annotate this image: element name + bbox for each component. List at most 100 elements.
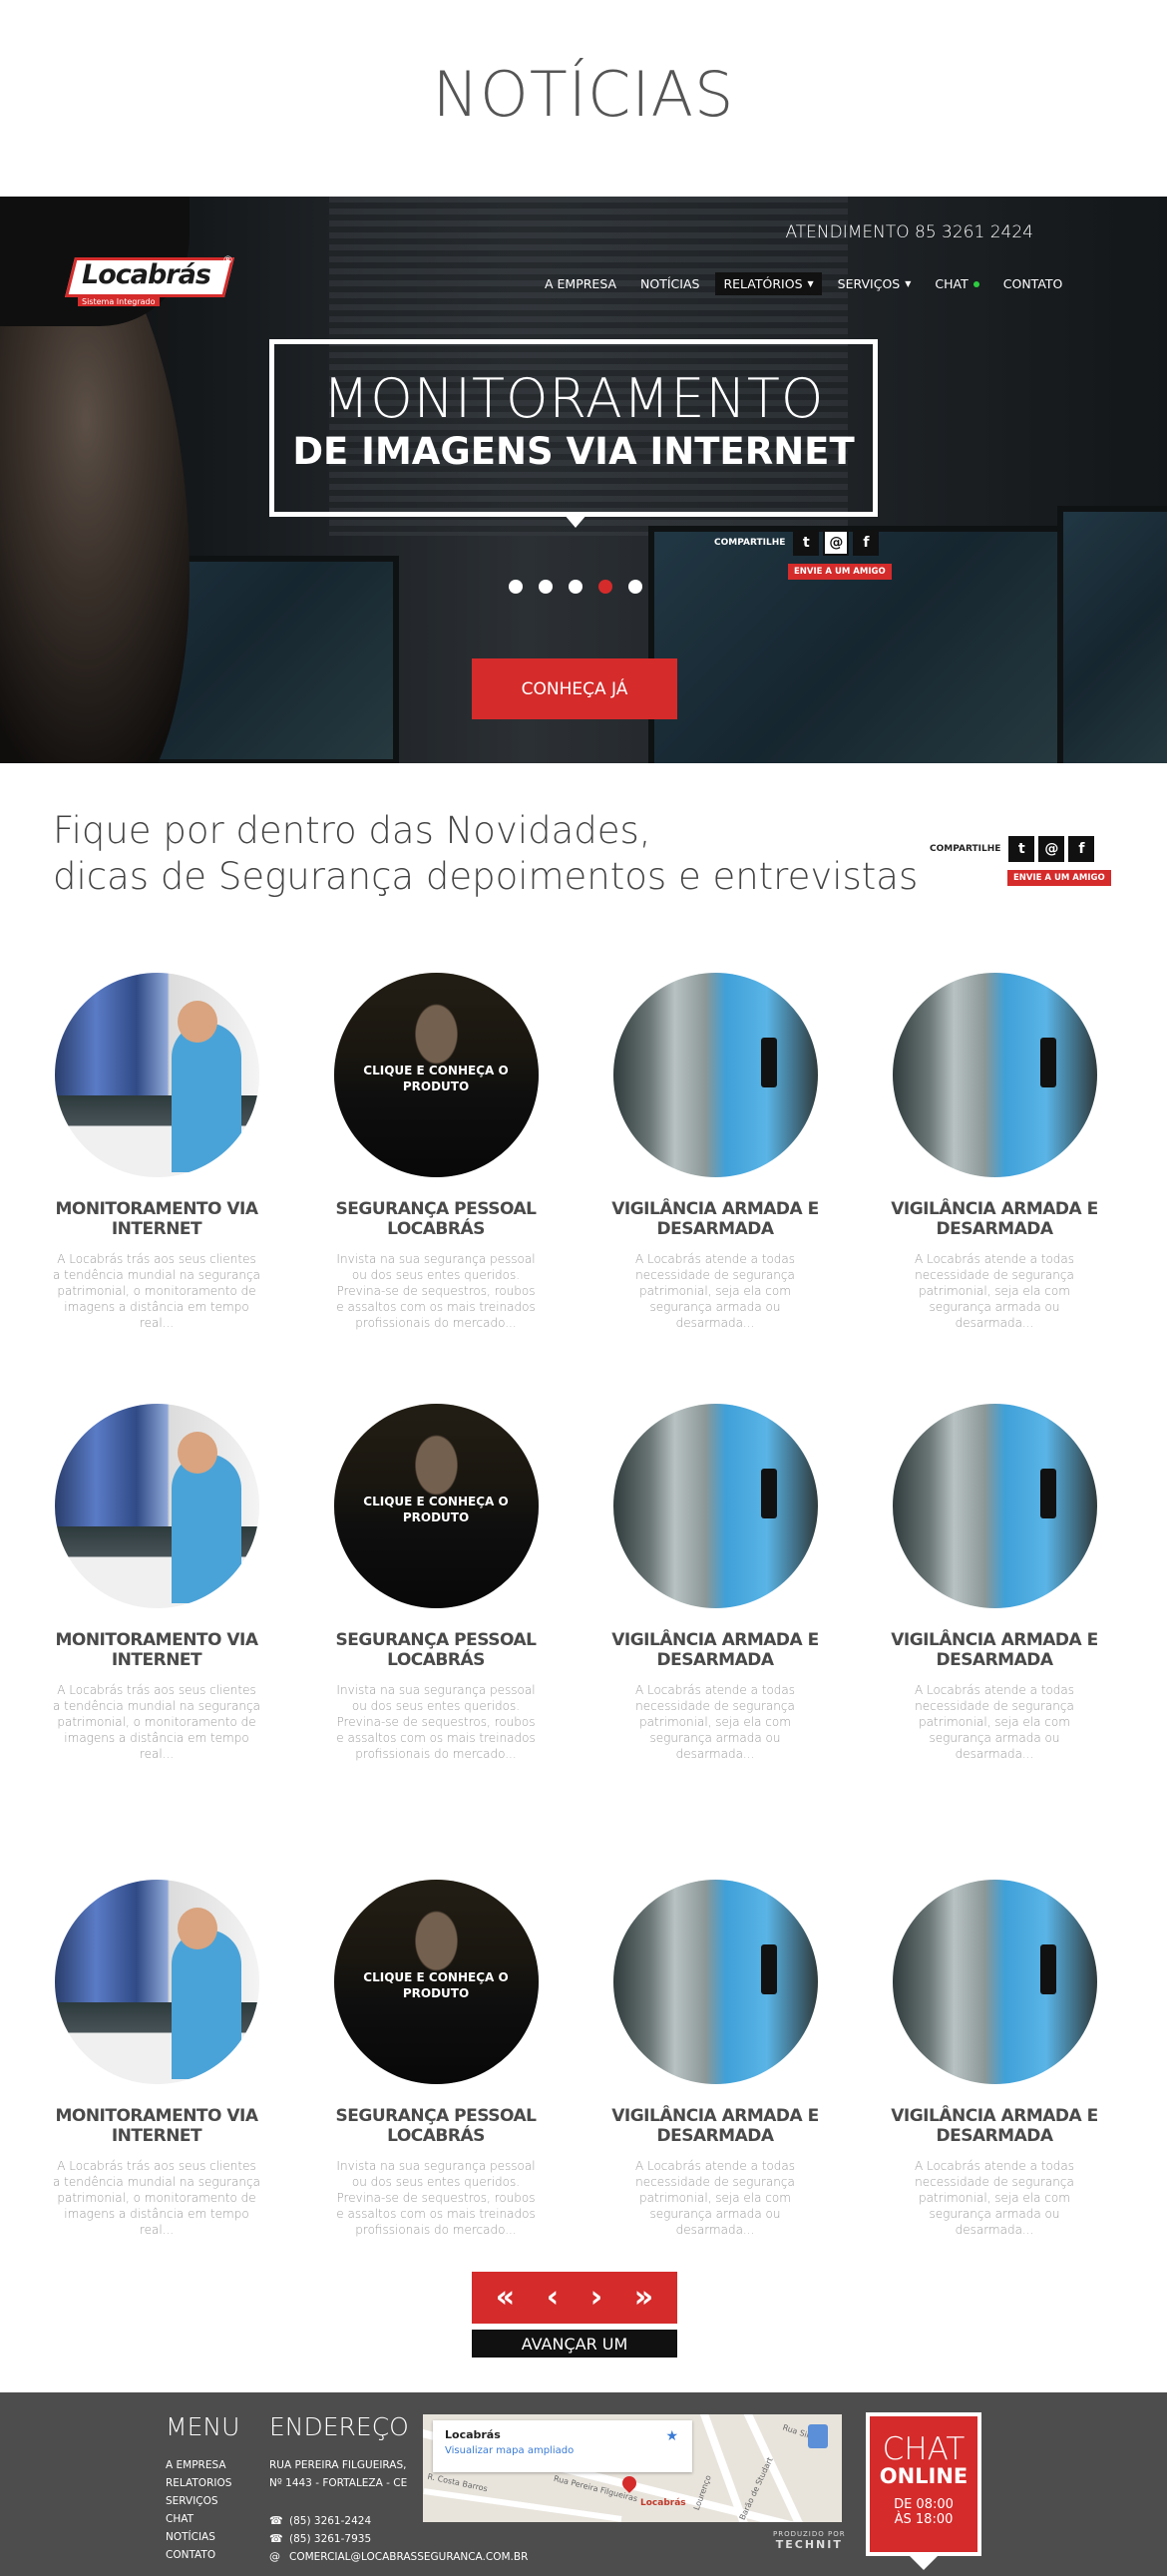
news-card-image[interactable] bbox=[892, 973, 1097, 1177]
news-card[interactable]: CLIQUE E CONHEÇA O PRODUTO SEGURANÇA PESS… bbox=[321, 1880, 551, 2238]
news-card-image[interactable]: CLIQUE E CONHEÇA O PRODUTO bbox=[333, 1404, 539, 1608]
card-overlay-label: CLIQUE E CONHEÇA O PRODUTO bbox=[363, 1495, 509, 1524]
news-intro: Fique por dentro das Novidades, dicas de… bbox=[53, 809, 919, 898]
news-card-title[interactable]: VIGILÂNCIA ARMADA E DESARMADA bbox=[880, 1199, 1109, 1239]
news-card-title[interactable]: MONITORAMENTO VIA INTERNET bbox=[42, 1630, 271, 1670]
news-card-title[interactable]: VIGILÂNCIA ARMADA E DESARMADA bbox=[600, 1199, 830, 1239]
footer-menu-item[interactable]: NOTÍCIAS bbox=[166, 2528, 231, 2546]
twitter-icon[interactable]: t bbox=[1008, 836, 1035, 862]
view-larger-map-link[interactable]: Visualizar mapa ampliado bbox=[445, 2445, 680, 2456]
footer-menu-item[interactable]: CONTATO bbox=[166, 2546, 231, 2564]
footer-email[interactable]: @ COMERCIAL@LOCABRASSEGURANCA.COM.BR bbox=[269, 2550, 528, 2563]
news-card-title[interactable]: VIGILÂNCIA ARMADA E DESARMADA bbox=[600, 1630, 830, 1670]
news-card-image[interactable] bbox=[612, 973, 818, 1177]
news-card-image[interactable] bbox=[54, 1404, 259, 1608]
news-card[interactable]: VIGILÂNCIA ARMADA E DESARMADA A Locabrás … bbox=[600, 973, 830, 1331]
footer-phone: ☎ (85) 3261-7935 bbox=[269, 2532, 372, 2545]
email-icon[interactable]: @ bbox=[823, 530, 850, 556]
developer-credit[interactable]: PRODUZIDO POR TECHNIT bbox=[773, 2530, 846, 2551]
nav-item-empresa[interactable]: A EMPRESA bbox=[537, 272, 624, 295]
nav-item-noticias[interactable]: NOTÍCIAS bbox=[632, 272, 707, 295]
map-info-box: Locabrás Visualizar mapa ampliado ★ bbox=[433, 2420, 692, 2472]
news-card[interactable]: VIGILÂNCIA ARMADA E DESARMADA A Locabrás … bbox=[880, 1880, 1109, 2238]
first-page-icon[interactable]: « bbox=[496, 2283, 515, 2313]
footer-menu-item[interactable]: RELATORIOS bbox=[166, 2474, 231, 2492]
news-card-description: Invista na sua segurança pessoal ou dos … bbox=[336, 2159, 536, 2237]
footer-address: RUA PEREIRA FILGUEIRAS, Nº 1443 - FORTAL… bbox=[269, 2459, 408, 2489]
card-overlay-label: CLIQUE E CONHEÇA O PRODUTO bbox=[363, 1064, 509, 1093]
news-card-image[interactable] bbox=[892, 1404, 1097, 1608]
map-pin-label: Locabrás bbox=[640, 2498, 686, 2508]
news-card-image[interactable] bbox=[612, 1404, 818, 1608]
chevron-down-icon: ▼ bbox=[807, 279, 814, 288]
news-card-title[interactable]: SEGURANÇA PESSOAL LOCABRÁS bbox=[321, 2106, 551, 2146]
news-card-title[interactable]: VIGILÂNCIA ARMADA E DESARMADA bbox=[880, 1630, 1109, 1670]
main-nav: A EMPRESA NOTÍCIAS RELATÓRIOS ▼ SERVIÇOS ▼… bbox=[537, 272, 1078, 295]
news-card[interactable]: MONITORAMENTO VIA INTERNET A Locabrás trá… bbox=[42, 1404, 271, 1762]
last-page-icon[interactable]: » bbox=[634, 2283, 653, 2313]
footer: MENU A EMPRESA RELATORIOS SERVIÇOS CHAT … bbox=[0, 2392, 1167, 2576]
news-card-image[interactable] bbox=[54, 1880, 259, 2084]
news-card-title[interactable]: VIGILÂNCIA ARMADA E DESARMADA bbox=[880, 2106, 1109, 2146]
at-icon: @ bbox=[269, 2550, 280, 2563]
page-title: NOTÍCIAS bbox=[432, 58, 735, 131]
news-card-title[interactable]: MONITORAMENTO VIA INTERNET bbox=[42, 2106, 271, 2146]
news-card[interactable]: VIGILÂNCIA ARMADA E DESARMADA A Locabrás … bbox=[880, 1404, 1109, 1762]
news-card-title[interactable]: SEGURANÇA PESSOAL LOCABRÁS bbox=[321, 1199, 551, 1239]
slider-dot[interactable] bbox=[509, 580, 523, 594]
slider-dot[interactable] bbox=[539, 580, 553, 594]
chat-online-badge[interactable]: CHAT ONLINE DE 08:00 ÀS 18:00 bbox=[866, 2412, 981, 2570]
chevron-down-icon: ▼ bbox=[905, 279, 912, 288]
slider-dots bbox=[509, 580, 642, 594]
news-card-description: A Locabrás trás aos seus clientes a tend… bbox=[53, 1683, 260, 1761]
news-card-title[interactable]: MONITORAMENTO VIA INTERNET bbox=[42, 1199, 271, 1239]
nav-item-servicos[interactable]: SERVIÇOS ▼ bbox=[830, 272, 920, 295]
news-card-description: A Locabrás trás aos seus clientes a tend… bbox=[53, 2159, 260, 2237]
send-to-friend-button[interactable]: ENVIE A UM AMIGO bbox=[1007, 870, 1111, 886]
footer-menu-item[interactable]: SERVIÇOS bbox=[166, 2492, 231, 2510]
slider-dot-active[interactable] bbox=[598, 580, 612, 594]
footer-menu-item[interactable]: CHAT bbox=[166, 2510, 231, 2528]
footer-menu: A EMPRESA RELATORIOS SERVIÇOS CHAT NOTÍC… bbox=[166, 2456, 231, 2564]
news-card-description: A Locabrás atende a todas necessidade de… bbox=[634, 2159, 796, 2237]
news-card-image[interactable] bbox=[892, 1880, 1097, 2084]
hero-share-bar: COMPARTILHE t @ f bbox=[714, 530, 880, 556]
slider-dot[interactable] bbox=[628, 580, 642, 594]
news-card[interactable]: VIGILÂNCIA ARMADA E DESARMADA A Locabrás … bbox=[600, 1880, 830, 2238]
nav-item-chat[interactable]: CHAT bbox=[927, 272, 986, 295]
nav-item-relatorios[interactable]: RELATÓRIOS ▼ bbox=[715, 272, 822, 295]
send-to-friend-button[interactable]: ENVIE A UM AMIGO bbox=[788, 564, 892, 580]
news-card[interactable]: CLIQUE E CONHEÇA O PRODUTO SEGURANÇA PESS… bbox=[321, 973, 551, 1331]
facebook-icon[interactable]: f bbox=[1068, 836, 1095, 862]
twitter-icon[interactable]: t bbox=[793, 530, 820, 556]
footer-menu-item[interactable]: A EMPRESA bbox=[166, 2456, 231, 2474]
locabras-logo[interactable]: Locabrás ® Sistema Integrado bbox=[64, 253, 235, 309]
phone-icon: ☎ bbox=[269, 2514, 283, 2527]
street-view-icon[interactable] bbox=[808, 2424, 828, 2448]
news-card[interactable]: MONITORAMENTO VIA INTERNET A Locabrás trá… bbox=[42, 1880, 271, 2238]
prev-page-icon[interactable]: ‹ bbox=[547, 2283, 559, 2313]
news-card-image[interactable]: CLIQUE E CONHEÇA O PRODUTO bbox=[333, 973, 539, 1177]
facebook-icon[interactable]: f bbox=[853, 530, 880, 556]
logo-wordmark: Locabrás bbox=[82, 259, 211, 290]
slider-dot[interactable] bbox=[569, 580, 583, 594]
news-card[interactable]: VIGILÂNCIA ARMADA E DESARMADA A Locabrás … bbox=[880, 973, 1109, 1331]
next-page-icon[interactable]: › bbox=[590, 2283, 602, 2313]
location-map[interactable]: R. Costa Barros Rua Pereira Filgueiras R… bbox=[423, 2414, 842, 2522]
advance-one-button[interactable]: AVANÇAR UM bbox=[472, 2330, 677, 2358]
hero-banner: ATENDIMENTO 85 3261 2424 Locabrás ® Sist… bbox=[0, 197, 1167, 763]
news-card-title[interactable]: SEGURANÇA PESSOAL LOCABRÁS bbox=[321, 1630, 551, 1670]
star-icon[interactable]: ★ bbox=[665, 2428, 678, 2444]
news-card-description: A Locabrás atende a todas necessidade de… bbox=[914, 1252, 1075, 1330]
news-card[interactable]: CLIQUE E CONHEÇA O PRODUTO SEGURANÇA PESS… bbox=[321, 1404, 551, 1762]
footer-phone: ☎ (85) 3261-2424 bbox=[269, 2514, 372, 2527]
nav-item-contato[interactable]: CONTATO bbox=[995, 272, 1071, 295]
news-card-title[interactable]: VIGILÂNCIA ARMADA E DESARMADA bbox=[600, 2106, 830, 2146]
news-card-image[interactable]: CLIQUE E CONHEÇA O PRODUTO bbox=[333, 1880, 539, 2084]
conheca-ja-button[interactable]: CONHEÇA JÁ bbox=[472, 658, 677, 719]
news-card[interactable]: VIGILÂNCIA ARMADA E DESARMADA A Locabrás … bbox=[600, 1404, 830, 1762]
email-icon[interactable]: @ bbox=[1038, 836, 1065, 862]
news-card[interactable]: MONITORAMENTO VIA INTERNET A Locabrás trá… bbox=[42, 973, 271, 1331]
news-card-image[interactable] bbox=[612, 1880, 818, 2084]
news-card-image[interactable] bbox=[54, 973, 259, 1177]
